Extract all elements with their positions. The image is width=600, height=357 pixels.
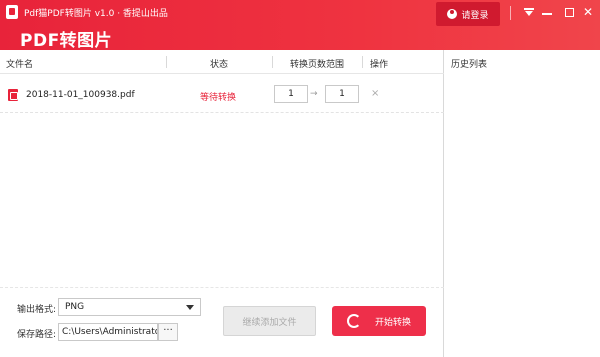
column-header-page-range: 转换页数范围 [290,60,345,70]
app-logo-icon [6,5,18,19]
table-header: 文件名 状态 转换页数范围 操作 [0,50,444,74]
close-icon: ✕ [582,5,594,19]
row-divider [0,112,444,113]
maximize-icon [564,7,574,17]
format-select[interactable]: PNG [58,298,201,316]
column-header-filename: 文件名 [6,60,34,70]
start-convert-button[interactable]: 开始转换 [332,306,426,336]
footer-divider [0,287,444,288]
title-bar: Pdf猫PDF转图片 v1.0 · 香提山出品 PDF转图片 请登录 ✕ [0,0,600,51]
refresh-icon [346,314,361,328]
column-header-action: 操作 [370,60,389,70]
save-path-value: C:\Users\Administrator [62,327,158,337]
column-header-status: 状态 [210,60,229,70]
file-list-panel: 文件名 状态 转换页数范围 操作 2018-11-01_100938.pdf 等… [0,50,444,357]
chevron-down-icon [186,305,194,310]
table-row[interactable]: 2018-11-01_100938.pdf 等待转换 1 → 1 × [0,82,444,112]
minimize-icon [542,13,552,15]
history-panel: 历史列表 [445,50,600,357]
format-value: PNG [65,302,85,312]
history-title: 历史列表 [451,60,488,70]
app-title: Pdf猫PDF转图片 v1.0 · 香提山出品 [24,9,168,19]
status-text: 等待转换 [200,93,237,103]
file-name: 2018-11-01_100938.pdf [26,90,135,100]
pdf-file-icon [8,89,18,101]
minimize-button[interactable] [537,3,557,21]
menu-dropdown-icon [524,8,534,16]
column-divider [272,56,273,68]
format-label: 输出格式: [17,305,57,315]
column-divider [166,56,167,68]
column-divider [362,56,363,68]
browse-button[interactable]: ··· [158,323,178,341]
page-from-input[interactable]: 1 [274,85,308,103]
page-to-input[interactable]: 1 [325,85,359,103]
close-button[interactable]: ✕ [578,3,598,21]
path-label: 保存路径: [17,330,57,340]
menu-button[interactable] [519,3,539,21]
login-button[interactable]: 请登录 [436,2,500,26]
save-path-input[interactable]: C:\Users\Administrator [58,323,158,341]
user-icon [447,9,458,19]
arrow-icon: → [310,89,318,99]
login-label: 请登录 [461,10,489,21]
maximize-button[interactable] [559,3,579,21]
delete-icon[interactable]: × [371,88,379,99]
page-title: PDF转图片 [20,31,113,51]
start-convert-label: 开始转换 [374,317,411,328]
titlebar-divider [510,6,511,20]
add-files-button[interactable]: 继续添加文件 [223,306,316,336]
